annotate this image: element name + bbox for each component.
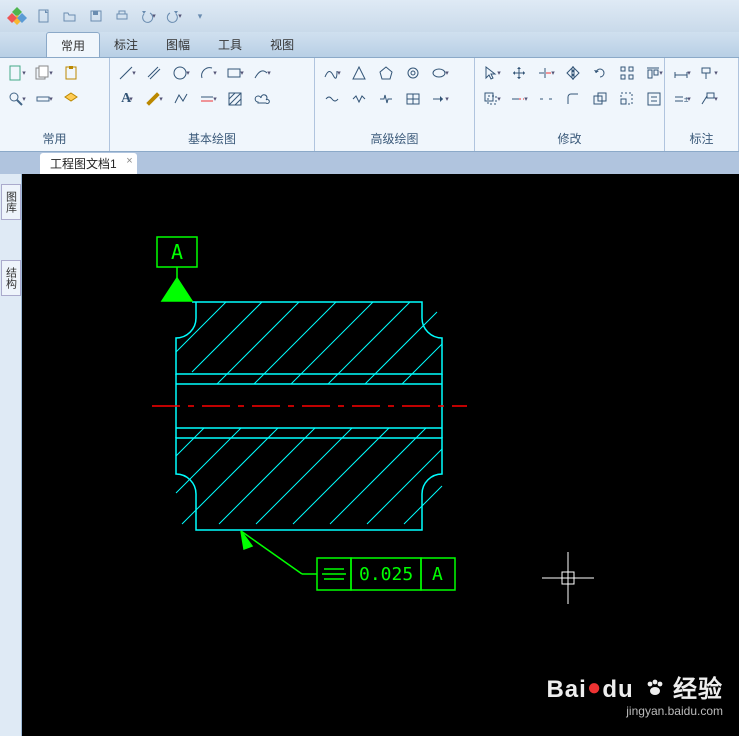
gear-icon[interactable] — [402, 62, 424, 84]
ribbon-group-annotate: ▾ ▾ ±▾ ▾ 标注 — [665, 58, 739, 151]
ribbon-group-label: 修改 — [481, 128, 658, 151]
document-tab[interactable]: 工程图文档1 × — [40, 153, 137, 174]
dim-coord-icon[interactable]: ▾ — [698, 62, 720, 84]
arrow-icon[interactable]: ▾ — [429, 88, 451, 110]
table-icon[interactable] — [402, 88, 424, 110]
ribbon-group-label: 高级绘图 — [321, 128, 468, 151]
spline-icon[interactable]: ▾ — [321, 62, 343, 84]
qat-print-icon[interactable] — [112, 6, 132, 26]
svg-text:A: A — [432, 564, 443, 585]
svg-text:A: A — [171, 240, 183, 264]
workspace: 图库 结构 — [0, 174, 739, 736]
spline-arc-icon[interactable]: ▾ — [251, 62, 273, 84]
side-panel: 图库 结构 — [0, 174, 22, 736]
leader-icon[interactable]: ▾ — [698, 88, 720, 110]
qat-undo-icon[interactable]: ▾ — [138, 6, 158, 26]
properties-icon[interactable] — [643, 88, 665, 110]
layers-icon[interactable] — [60, 88, 82, 110]
polygon-icon[interactable] — [375, 62, 397, 84]
paste-icon[interactable] — [60, 62, 82, 84]
cloud-icon[interactable] — [251, 88, 273, 110]
parallel-icon[interactable] — [143, 62, 165, 84]
move-icon[interactable] — [508, 62, 530, 84]
qat-redo-icon[interactable]: ▾ — [164, 6, 184, 26]
paw-icon — [645, 676, 665, 704]
watermark-text: du — [602, 676, 633, 703]
menu-frame[interactable]: 图幅 — [152, 32, 204, 57]
equiline-icon[interactable]: ▾ — [197, 88, 219, 110]
title-bar: ▾ ▾ ▾ — [0, 0, 739, 32]
ellipse-icon[interactable]: ▾ — [429, 62, 451, 84]
zoom-icon[interactable]: ▾ — [6, 88, 28, 110]
scale-icon[interactable] — [616, 88, 638, 110]
drawing-canvas[interactable]: A 0.025 A — [22, 174, 739, 736]
select-icon[interactable]: ▾ — [481, 62, 503, 84]
menu-common[interactable]: 常用 — [46, 32, 100, 57]
menu-tools[interactable]: 工具 — [204, 32, 256, 57]
menu-view[interactable]: 视图 — [256, 32, 308, 57]
qat-open-icon[interactable] — [60, 6, 80, 26]
text-icon[interactable]: A▾ — [116, 88, 138, 110]
array-icon[interactable] — [616, 62, 638, 84]
wave-icon[interactable] — [321, 88, 343, 110]
rectangle-icon[interactable]: ▾ — [224, 62, 246, 84]
align-icon[interactable]: ▾ — [643, 62, 665, 84]
document-tab-bar: 工程图文档1 × — [0, 152, 739, 174]
watermark-text: Bai — [546, 676, 586, 703]
close-icon[interactable]: × — [126, 155, 132, 167]
sketch-icon[interactable]: ▾ — [143, 88, 165, 110]
menu-bar: 常用 标注 图幅 工具 视图 — [0, 32, 739, 58]
watermark-sub: jingyan.baidu.com — [546, 704, 723, 718]
menu-annotation[interactable]: 标注 — [100, 32, 152, 57]
watermark: Bai●du 经验 jingyan.baidu.com — [546, 669, 723, 718]
pan-icon[interactable]: ▾ — [33, 88, 55, 110]
ribbon: ▾ ▾ ▾ ▾ 常用 ▾ ▾ ▾ ▾ ▾ A▾ ▾ — [0, 58, 739, 152]
copy-icon[interactable]: ▾ — [33, 62, 55, 84]
zigzag-icon[interactable] — [348, 88, 370, 110]
extend-icon[interactable]: ▾ — [508, 88, 530, 110]
rotate-icon[interactable] — [589, 62, 611, 84]
circle-icon[interactable]: ▾ — [170, 62, 192, 84]
line-icon[interactable]: ▾ — [116, 62, 138, 84]
svg-text:0.025: 0.025 — [359, 564, 413, 585]
app-logo — [6, 5, 28, 27]
ribbon-group-adv-draw: ▾ ▾ ▾ 高级绘图 — [315, 58, 475, 151]
break2-icon[interactable] — [535, 88, 557, 110]
ribbon-group-label: 基本绘图 — [116, 128, 308, 151]
break-icon[interactable] — [375, 88, 397, 110]
copy2-icon[interactable] — [589, 88, 611, 110]
cad-drawing: A 0.025 A — [22, 174, 739, 736]
dropdown-icon: ▾ — [178, 12, 182, 20]
qat-save-icon[interactable] — [86, 6, 106, 26]
watermark-text: 经验 — [673, 676, 723, 703]
ribbon-group-label: 标注 — [671, 128, 732, 151]
ribbon-group-modify: ▾ ▾ ▾ ▾ ▾ 修改 — [475, 58, 665, 151]
mirror-icon[interactable] — [562, 62, 584, 84]
dim-linear-icon[interactable]: ▾ — [671, 62, 693, 84]
document-tab-label: 工程图文档1 — [50, 157, 117, 171]
side-tab-library[interactable]: 图库 — [1, 184, 21, 220]
qat-new-icon[interactable] — [34, 6, 54, 26]
ribbon-group-basic-draw: ▾ ▾ ▾ ▾ ▾ A▾ ▾ ▾ 基本绘图 — [110, 58, 315, 151]
triangle-icon[interactable] — [348, 62, 370, 84]
tolerance-icon[interactable]: ±▾ — [671, 88, 693, 110]
fillet-icon[interactable] — [562, 88, 584, 110]
hatch-icon[interactable] — [224, 88, 246, 110]
ribbon-group-common: ▾ ▾ ▾ ▾ 常用 — [0, 58, 110, 151]
polyline-icon[interactable] — [170, 88, 192, 110]
side-tab-structure[interactable]: 结构 — [1, 260, 21, 296]
new-doc-icon[interactable]: ▾ — [6, 62, 28, 84]
trim-icon[interactable]: ▾ — [535, 62, 557, 84]
qat-more-icon[interactable]: ▾ — [190, 6, 210, 26]
watermark-dot-icon: ● — [587, 674, 603, 701]
offset-icon[interactable]: ▾ — [481, 88, 503, 110]
arc-icon[interactable]: ▾ — [197, 62, 219, 84]
ribbon-group-label: 常用 — [6, 128, 103, 151]
dropdown-icon: ▾ — [152, 12, 156, 20]
